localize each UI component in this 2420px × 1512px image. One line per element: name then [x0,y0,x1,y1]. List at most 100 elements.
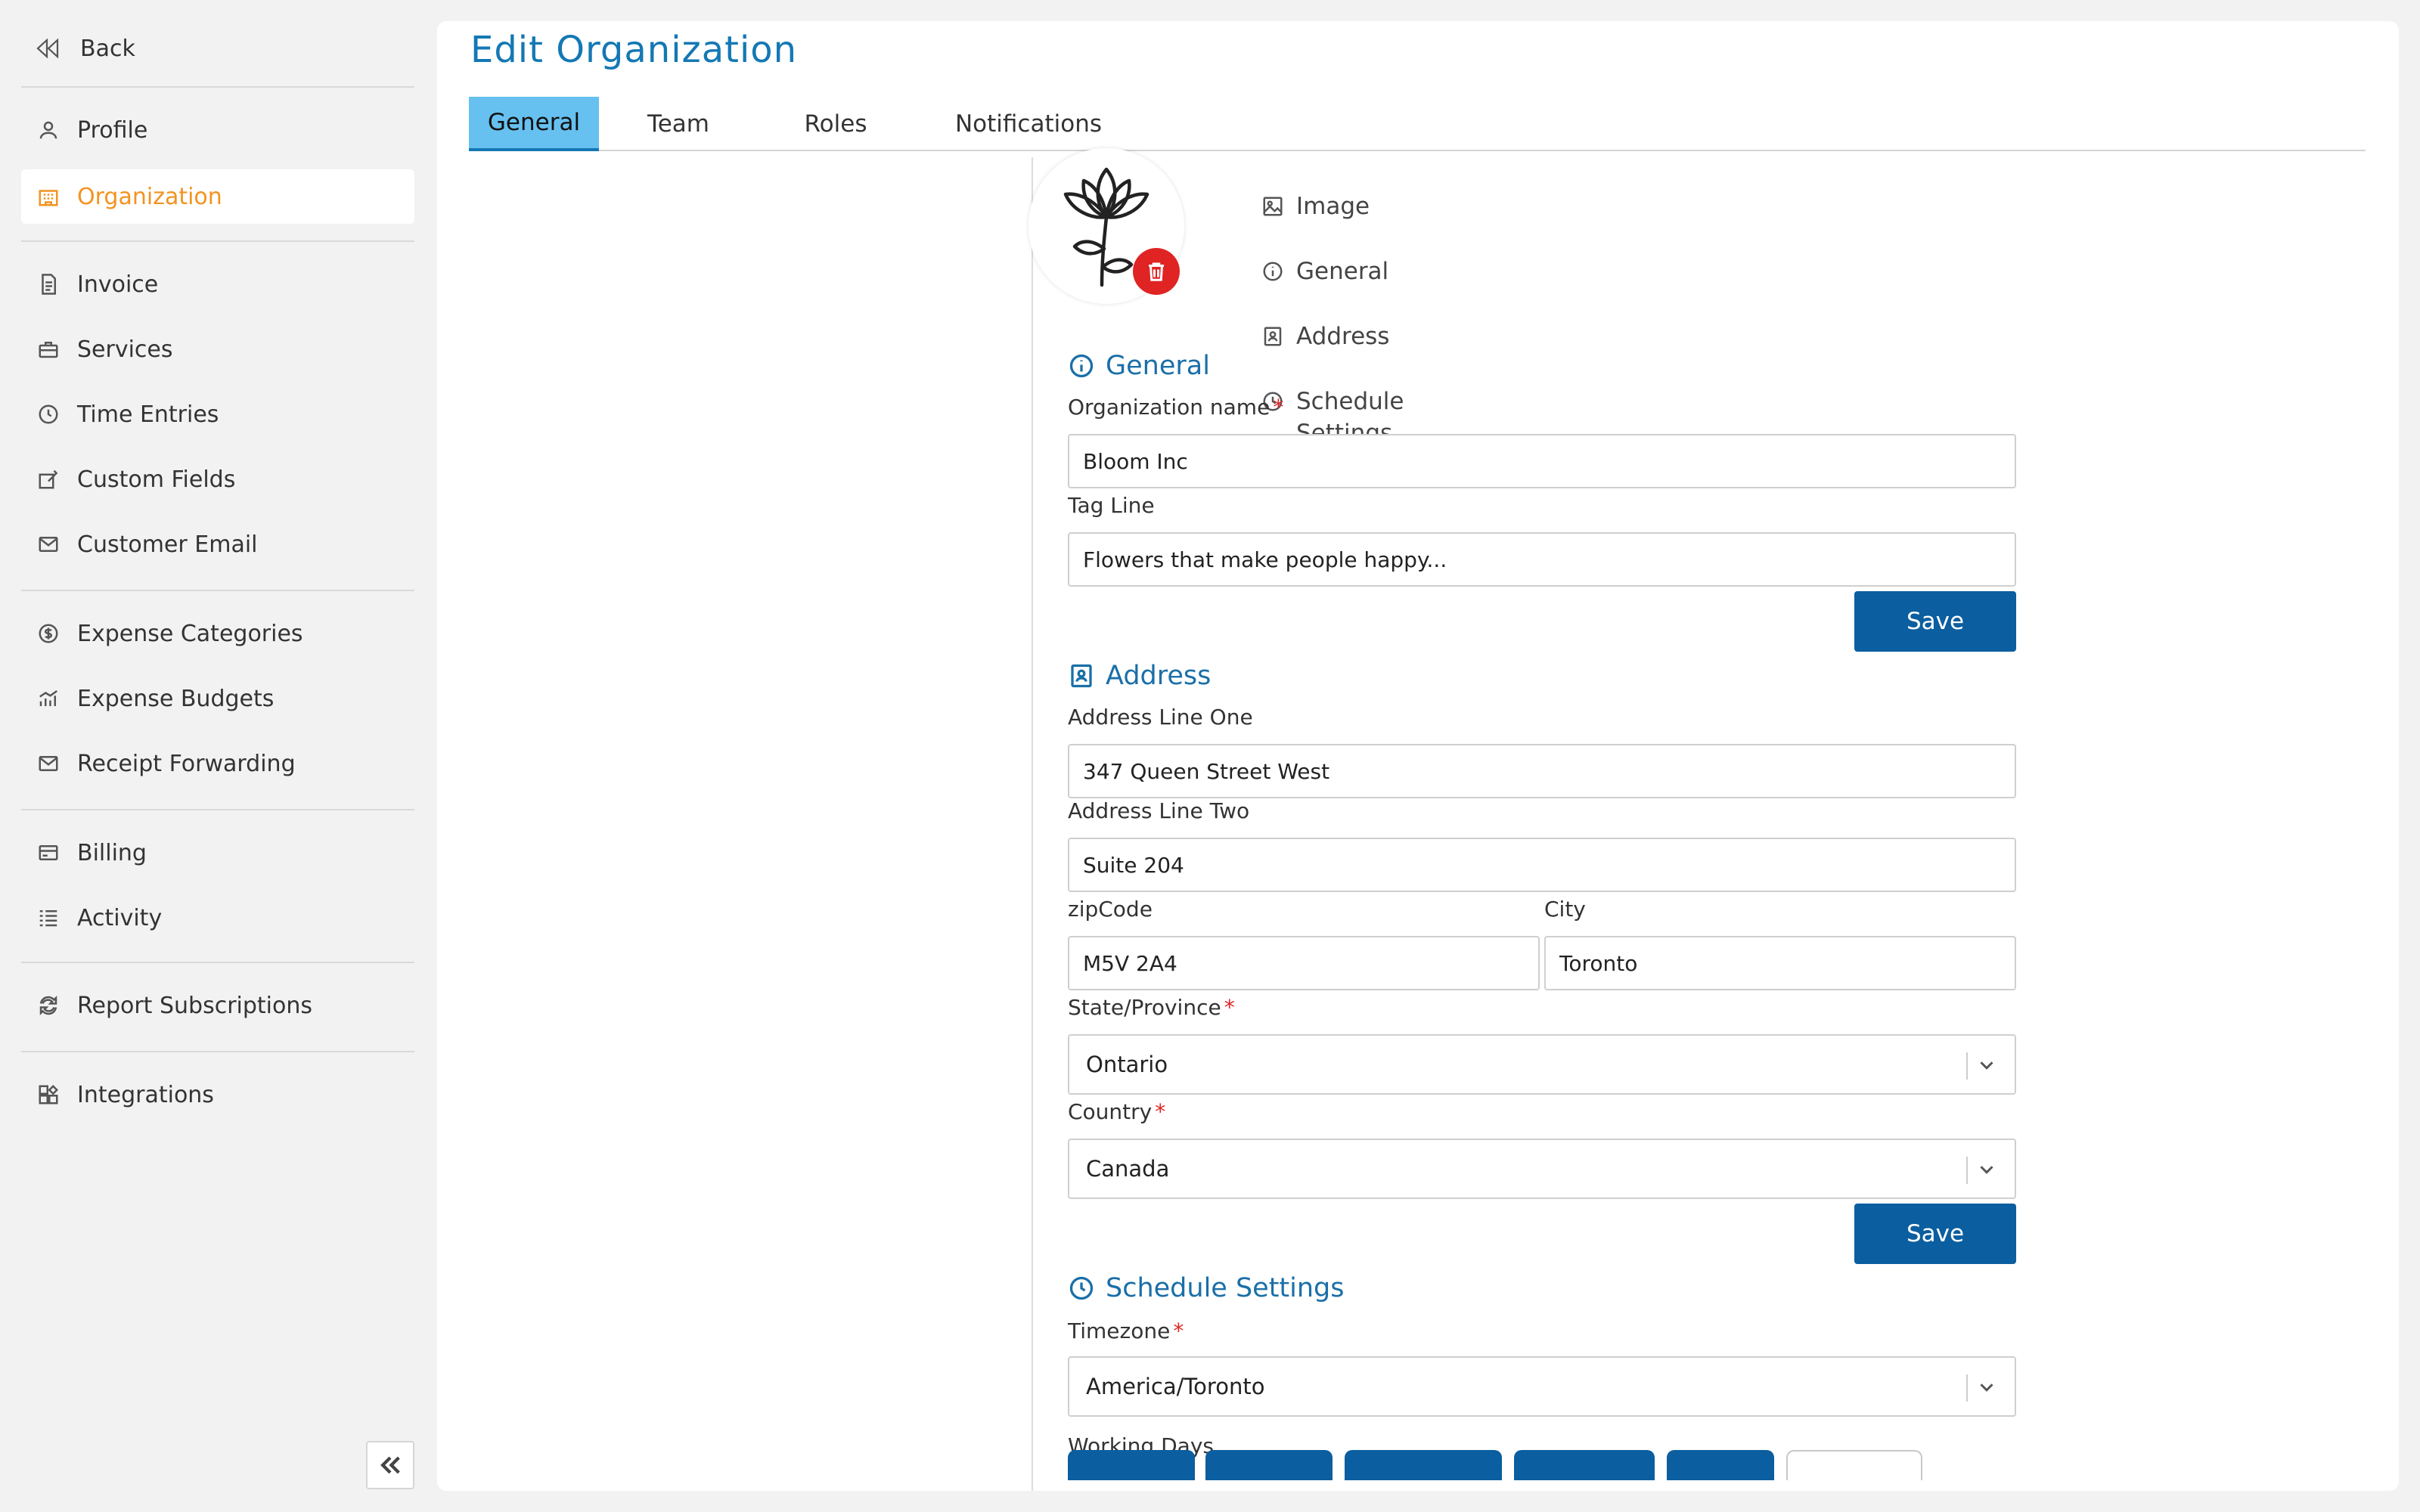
select-separator [1966,1052,1968,1080]
timezone-label: Timezone * [1068,1318,1184,1343]
double-chevron-left-icon [380,1456,400,1474]
mail-icon [35,531,62,558]
save-general-button[interactable]: Save [1854,591,2016,652]
chevron-down-icon [1975,1376,2000,1400]
sidebar-item-activity[interactable]: Activity [21,891,414,945]
tab-notifications[interactable]: Notifications [938,97,1119,151]
sidebar-divider [21,1051,414,1052]
delete-logo-button[interactable] [1133,248,1180,295]
required-marker: * [1273,395,1284,420]
sidebar-item-organization[interactable]: Organization [21,169,414,224]
sidebar-divider [21,962,414,963]
working-day-chip[interactable] [1205,1450,1333,1480]
tab-general[interactable]: General [469,97,599,151]
back-label: Back [80,35,135,62]
working-day-chip[interactable] [1068,1450,1195,1480]
contact-book-icon [1261,321,1284,356]
sidebar-item-label: Custom Fields [77,466,236,493]
tab-roles[interactable]: Roles [770,97,901,151]
org-name-label: Organization name * [1068,395,1283,420]
section-nav-general[interactable]: General [1261,256,1388,291]
state-label: State/Province * [1068,995,1235,1020]
page-title: Edit Organization [470,29,798,71]
image-icon [1261,191,1284,226]
sidebar-item-invoice[interactable]: Invoice [21,257,414,311]
section-nav-image[interactable]: Image [1261,191,1370,226]
address-line-two-input[interactable]: Suite 204 [1068,838,2016,892]
sidebar-item-time-entries[interactable]: Time Entries [21,387,414,442]
sidebar-item-integrations[interactable]: Integrations [21,1067,414,1122]
country-select[interactable]: Canada [1068,1139,2016,1199]
address-line-one-input[interactable]: 347 Queen Street West [1068,744,2016,798]
general-section-label: General [1106,351,1210,381]
collapse-sidebar-button[interactable] [366,1441,414,1489]
sidebar-item-label: Receipt Forwarding [77,750,296,777]
country-label-text: Country [1068,1099,1153,1124]
tagline-input[interactable]: Flowers that make people happy... [1068,532,2016,587]
sidebar-item-label: Integrations [77,1081,214,1108]
country-label: Country * [1068,1099,1165,1124]
sidebar-item-label: Expense Budgets [77,685,275,712]
timezone-select[interactable]: America/Toronto [1068,1356,2016,1417]
tab-team[interactable]: Team [613,97,744,151]
sidebar-divider [21,86,414,88]
back-button[interactable]: Back [33,27,135,70]
card-icon [35,839,62,866]
select-separator [1966,1157,1968,1184]
briefcase-icon [35,336,62,363]
list-icon [35,904,62,931]
working-day-chip[interactable] [1514,1450,1655,1480]
sidebar-item-profile[interactable]: Profile [21,103,414,157]
working-day-chip[interactable] [1667,1450,1774,1480]
sidebar-item-custom-fields[interactable]: Custom Fields [21,452,414,507]
timezone-label-text: Timezone [1068,1318,1171,1343]
clock-icon [35,401,62,428]
state-label-text: State/Province [1068,995,1221,1020]
org-name-input[interactable]: Bloom Inc [1068,434,2016,488]
tab-bar: General Team Roles Notifications [469,76,2366,151]
section-divider [1032,157,1033,1491]
tagline-label: Tag Line [1068,493,1155,518]
edit-field-icon [35,466,62,493]
building-icon [35,183,62,210]
sidebar-item-billing[interactable]: Billing [21,826,414,880]
sidebar-item-report-subscriptions[interactable]: Report Subscriptions [21,978,414,1033]
sidebar-item-customer-email[interactable]: Customer Email [21,517,414,572]
clock-icon [1069,1276,1094,1300]
sidebar-item-receipt-forwarding[interactable]: Receipt Forwarding [21,736,414,791]
info-icon [1261,256,1284,291]
working-day-chip[interactable] [1786,1450,1922,1480]
timezone-select-value: America/Toronto [1086,1374,1265,1399]
zipcode-input[interactable]: M5V 2A4 [1068,936,1540,990]
general-section-title: General [1068,351,1210,381]
sidebar-item-label: Profile [77,116,148,144]
state-select-value: Ontario [1086,1052,1168,1077]
country-select-value: Canada [1086,1156,1170,1182]
select-separator [1966,1374,1968,1402]
sidebar-item-label: Invoice [77,271,159,298]
sidebar-divider [21,809,414,810]
chevron-down-icon [1975,1158,2000,1182]
state-select[interactable]: Ontario [1068,1034,2016,1095]
sidebar-item-label: Activity [77,904,163,931]
required-marker: * [1224,995,1235,1020]
zipcode-label: zipCode [1068,897,1153,922]
chart-icon [35,685,62,712]
info-icon [1069,354,1094,378]
sidebar-item-expense-budgets[interactable]: Expense Budgets [21,671,414,726]
address-section-title: Address [1068,661,1211,691]
mail-icon [35,750,62,777]
refresh-icon [35,992,62,1019]
sidebar-item-expense-categories[interactable]: Expense Categories [21,606,414,661]
working-day-chip[interactable] [1345,1450,1502,1480]
sidebar-divider [21,240,414,242]
sidebar-item-services[interactable]: Services [21,322,414,376]
contact-book-icon [1071,664,1092,688]
save-address-button[interactable]: Save [1854,1204,2016,1264]
sidebar-item-label: Report Subscriptions [77,992,313,1019]
address-line-two-label: Address Line Two [1068,798,1250,823]
city-label: City [1544,897,1586,922]
required-marker: * [1155,1099,1166,1124]
section-nav-address[interactable]: Address [1261,321,1389,356]
city-input[interactable]: Toronto [1544,936,2016,990]
